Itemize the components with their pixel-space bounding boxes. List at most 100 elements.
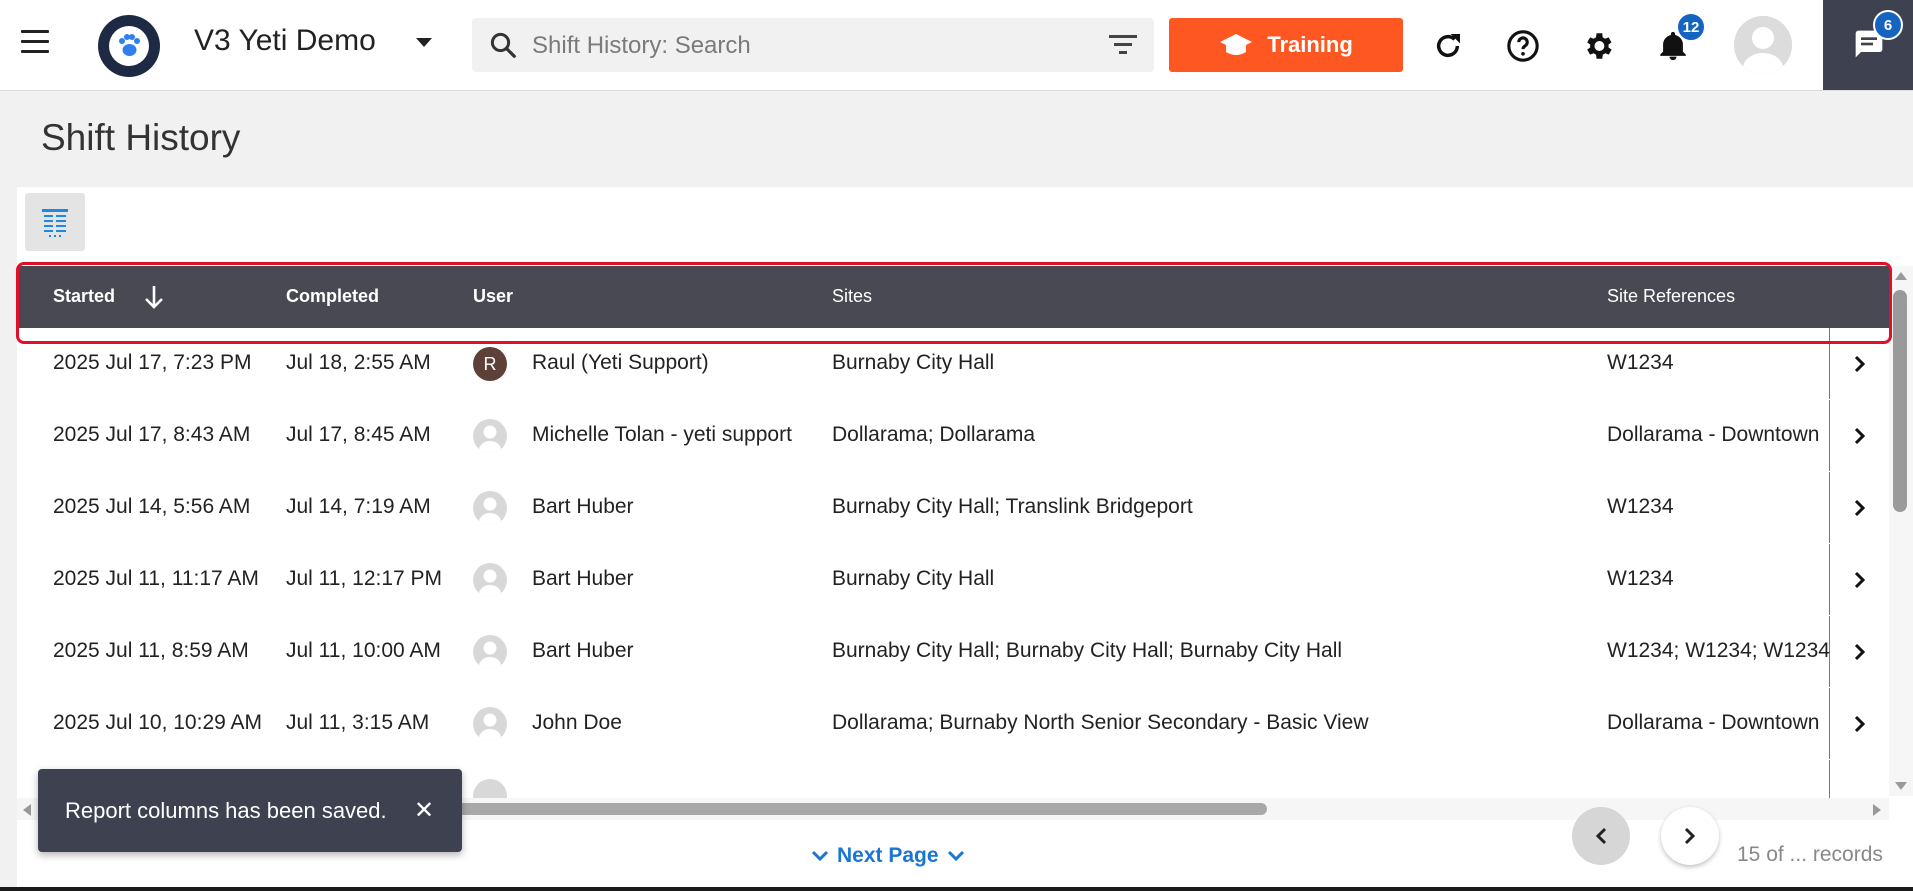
site-references-cell: W1234 <box>1607 351 1674 374</box>
training-button[interactable]: Training <box>1169 18 1403 72</box>
completed-cell: Jul 18, 2:55 AM <box>286 351 431 374</box>
completed-cell: Jul 11, 12:17 PM <box>286 567 443 590</box>
row-open-chevron-icon[interactable] <box>1829 472 1890 543</box>
completed-cell: Jul 11, 3:15 AM <box>286 711 430 734</box>
next-page-label: Next Page <box>837 844 939 867</box>
refresh-icon[interactable] <box>1430 28 1466 64</box>
training-label: Training <box>1267 32 1353 57</box>
table-row[interactable]: 2025 Jul 10, 10:29 AM Jul 11, 3:15 AM Jo… <box>17 688 1890 761</box>
messages-button[interactable]: 6 <box>1823 0 1913 90</box>
chevron-down-icon <box>947 850 964 862</box>
user-placeholder-avatar <box>473 563 507 597</box>
scroll-left-arrow-icon[interactable] <box>23 804 31 816</box>
started-cell: 2025 Jul 11, 11:17 AM <box>53 567 259 590</box>
user-cell: Bart Huber <box>532 495 634 518</box>
user-placeholder-avatar <box>473 419 507 453</box>
table-row[interactable]: 2025 Jul 17, 8:43 AM Jul 17, 8:45 AM Mic… <box>17 400 1890 473</box>
settings-gear-icon[interactable] <box>1580 28 1616 64</box>
sites-cell: Burnaby City Hall <box>832 351 995 374</box>
user-cell: Raul (Yeti Support) <box>532 351 709 374</box>
scroll-down-arrow-icon[interactable] <box>1895 782 1907 790</box>
site-references-cell: W1234 <box>1607 495 1674 518</box>
vertical-scrollbar[interactable] <box>1889 266 1913 796</box>
table-header: Started Completed User Sites Site Refere… <box>17 266 1889 328</box>
row-open-chevron-icon[interactable] <box>1829 544 1890 615</box>
completed-cell: Jul 14, 7:19 AM <box>286 495 431 518</box>
search-input[interactable] <box>530 26 1074 66</box>
chevron-right-icon <box>1684 827 1696 845</box>
site-references-cell: Dollarama - Downtown <box>1607 423 1820 446</box>
started-cell: 2025 Jul 17, 7:23 PM <box>53 351 252 374</box>
site-references-cell: W1234 <box>1607 567 1674 590</box>
row-open-chevron-icon[interactable] <box>1829 688 1890 759</box>
completed-cell: Jul 11, 10:00 AM <box>286 639 441 662</box>
hamburger-menu-icon[interactable] <box>18 30 52 60</box>
site-references-cell: W1234; W1234; W1234 <box>1607 639 1829 662</box>
next-page-link[interactable]: Next Page <box>811 844 965 868</box>
user-cell: Michelle Tolan - yeti support <box>532 423 792 446</box>
started-cell: 2025 Jul 17, 8:43 AM <box>53 423 251 446</box>
user-placeholder-avatar <box>473 491 507 525</box>
org-logo[interactable] <box>98 15 160 77</box>
toast-close-icon[interactable]: ✕ <box>414 796 434 825</box>
table-row[interactable]: 2025 Jul 17, 7:23 PM Jul 18, 2:55 AM R R… <box>17 328 1890 401</box>
row-open-chevron-icon[interactable] <box>1829 400 1890 471</box>
sites-cell: Dollarama; Burnaby North Senior Secondar… <box>832 711 1369 734</box>
org-name[interactable]: V3 Yeti Demo <box>194 24 376 58</box>
user-placeholder-avatar <box>473 779 507 798</box>
filter-icon[interactable] <box>1108 32 1138 58</box>
horizontal-scroll-thumb[interactable] <box>437 803 1267 815</box>
page-title: Shift History <box>41 117 241 158</box>
top-bar: V3 Yeti Demo Training 12 6 <box>0 0 1913 91</box>
chevron-down-icon <box>811 850 829 862</box>
search-icon <box>490 32 516 58</box>
col-started[interactable]: Started <box>53 286 115 307</box>
scroll-right-arrow-icon[interactable] <box>1873 804 1881 816</box>
sites-cell: Burnaby City Hall; Translink Bridgeport <box>832 495 1193 518</box>
records-count: 15 of ... records <box>1737 843 1883 866</box>
row-open-chevron-icon[interactable] <box>1829 616 1890 687</box>
user-cell: Bart Huber <box>532 567 634 590</box>
site-references-cell: Dollarama - Downtown <box>1607 711 1820 734</box>
user-initial-avatar: R <box>473 347 507 381</box>
org-dropdown-caret-icon[interactable] <box>416 38 432 47</box>
help-icon[interactable] <box>1505 28 1541 64</box>
bottom-edge-strip <box>0 887 1913 891</box>
sites-cell: Dollarama; Dollarama <box>832 423 1036 446</box>
col-completed[interactable]: Completed <box>286 286 379 307</box>
chevron-left-icon <box>1595 827 1607 845</box>
sort-descending-arrow-icon[interactable] <box>143 284 165 310</box>
paw-icon <box>109 26 149 66</box>
scroll-up-arrow-icon[interactable] <box>1895 272 1907 280</box>
user-cell: Bart Huber <box>532 639 634 662</box>
row-open-chevron-icon[interactable] <box>1829 328 1890 399</box>
toast-message: Report columns has been saved. <box>65 798 387 823</box>
previous-page-button[interactable] <box>1572 807 1630 865</box>
next-page-button[interactable] <box>1661 807 1719 865</box>
search-bar <box>472 18 1154 72</box>
user-cell: John Doe <box>532 711 622 734</box>
column-chooser-button[interactable] <box>25 193 85 251</box>
started-cell: 2025 Jul 11, 8:59 AM <box>53 639 249 662</box>
user-placeholder-avatar <box>473 707 507 741</box>
messages-badge: 6 <box>1873 10 1903 40</box>
started-cell: 2025 Jul 14, 5:56 AM <box>53 495 251 518</box>
sites-cell: Burnaby City Hall <box>832 567 995 590</box>
completed-cell: Jul 17, 8:45 AM <box>286 423 431 446</box>
table-row[interactable]: 2025 Jul 11, 8:59 AM Jul 11, 10:00 AM Ba… <box>17 616 1890 689</box>
user-avatar[interactable] <box>1734 16 1792 74</box>
col-sites[interactable]: Sites <box>832 286 872 307</box>
table-row[interactable]: 2025 Jul 11, 11:17 AM Jul 11, 12:17 PM B… <box>17 544 1890 617</box>
col-user[interactable]: User <box>473 286 513 307</box>
columns-list-icon <box>42 209 68 237</box>
sites-cell: Burnaby City Hall; Burnaby City Hall; Bu… <box>832 639 1343 662</box>
col-site-references[interactable]: Site References <box>1607 286 1735 307</box>
notifications-badge: 12 <box>1676 12 1706 42</box>
started-cell: 2025 Jul 10, 10:29 AM <box>53 711 262 734</box>
graduation-cap-icon <box>1220 34 1253 55</box>
table-row[interactable]: 2025 Jul 14, 5:56 AM Jul 14, 7:19 AM Bar… <box>17 472 1890 545</box>
toast-notification: Report columns has been saved. ✕ <box>38 769 462 852</box>
user-placeholder-avatar <box>473 635 507 669</box>
vertical-scroll-thumb[interactable] <box>1893 290 1907 512</box>
column-divider <box>1829 760 1830 798</box>
